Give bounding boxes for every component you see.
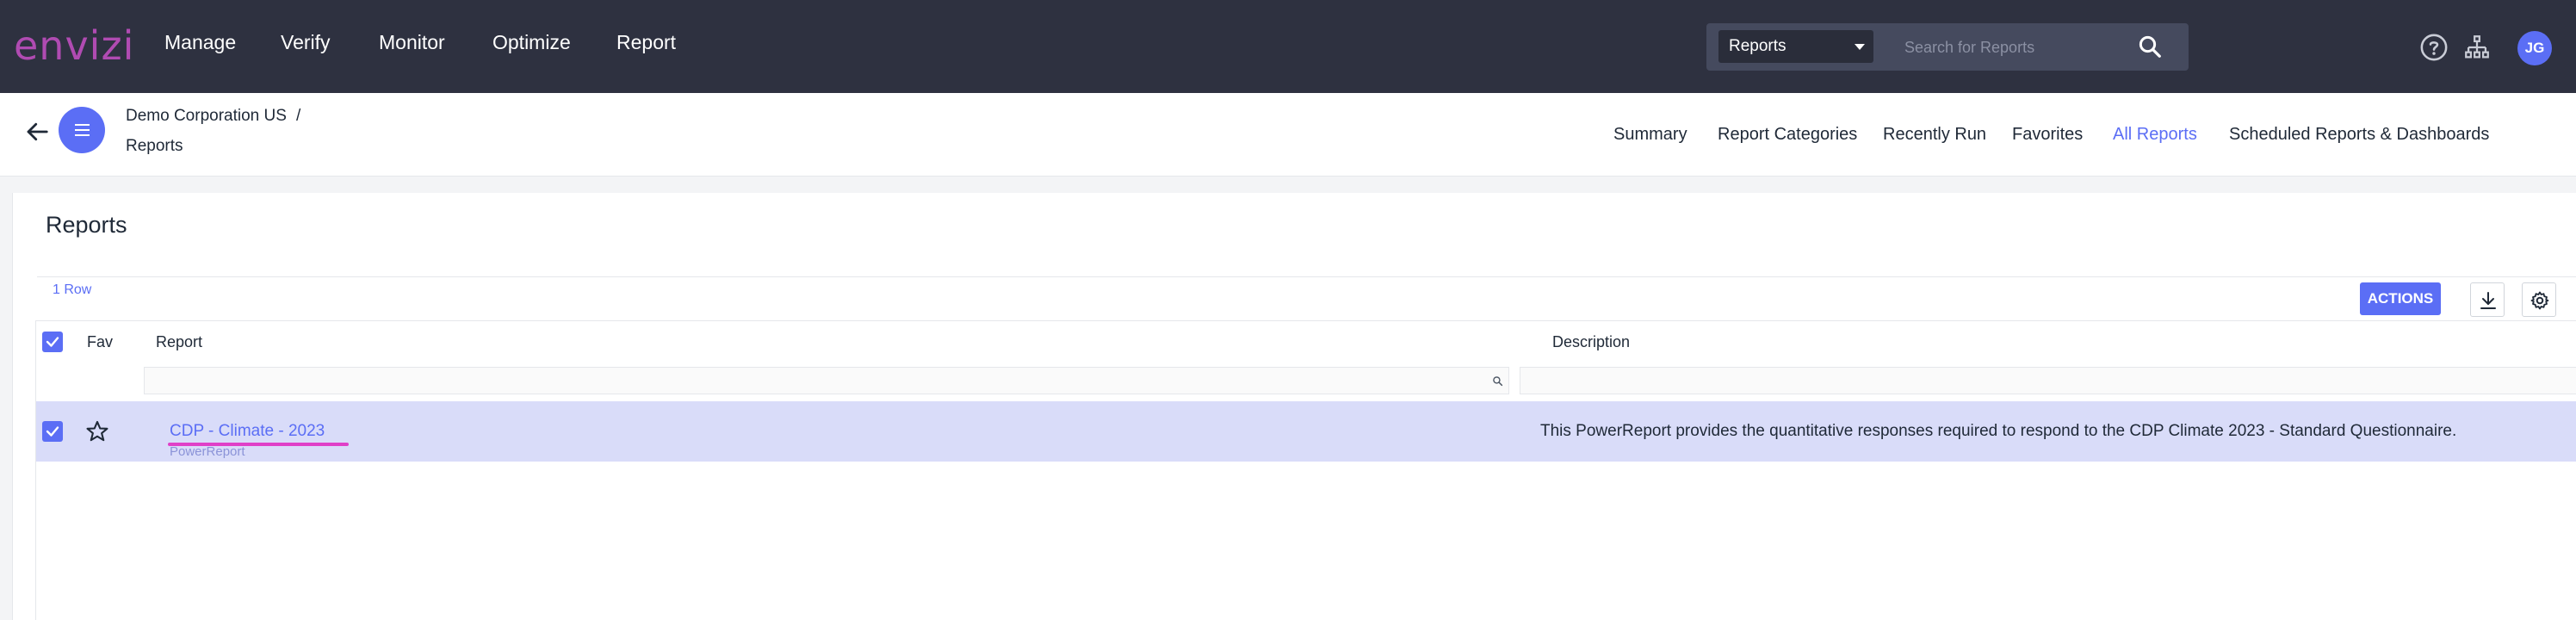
page-subheader: Demo Corporation US / Reports Summary Re…	[0, 93, 2576, 177]
report-description: This PowerReport provides the quantitati…	[1540, 422, 2457, 440]
hamburger-icon-bar	[75, 129, 90, 131]
tab-summary[interactable]: Summary	[1613, 125, 1687, 145]
checkmark-icon	[46, 426, 59, 437]
envizi-logo[interactable]: envizi	[14, 22, 134, 69]
tab-report-categories[interactable]: Report Categories	[1718, 125, 1857, 145]
tab-scheduled-reports[interactable]: Scheduled Reports & Dashboards	[2229, 125, 2489, 145]
chevron-down-icon	[1855, 44, 1865, 50]
nav-report[interactable]: Report	[616, 31, 676, 54]
hamburger-icon-bar	[75, 134, 90, 136]
table-border	[35, 320, 36, 620]
divider	[37, 276, 2576, 277]
table-row[interactable]: CDP - Climate - 2023 PowerReport This Po…	[35, 401, 2576, 462]
breadcrumb-org[interactable]: Demo Corporation US	[126, 107, 287, 126]
user-avatar[interactable]: JG	[2517, 31, 2552, 65]
global-search: Reports	[1706, 23, 2189, 71]
breadcrumb-separator: /	[296, 107, 301, 125]
page-title: Reports	[46, 212, 127, 238]
search-icon[interactable]	[2137, 34, 2163, 59]
column-header-report[interactable]: Report	[156, 333, 202, 351]
hierarchy-icon[interactable]	[2462, 33, 2492, 62]
nav-verify[interactable]: Verify	[281, 31, 331, 54]
back-arrow-icon[interactable]	[24, 119, 50, 145]
star-icon[interactable]	[85, 419, 109, 443]
breadcrumb-current: Reports	[126, 137, 183, 155]
tab-recently-run[interactable]: Recently Run	[1883, 125, 1986, 145]
gear-icon	[2530, 291, 2549, 310]
row-checkbox[interactable]	[42, 421, 63, 442]
report-link[interactable]: CDP - Climate - 2023	[170, 422, 325, 441]
column-header-description[interactable]: Description	[1552, 333, 1630, 351]
table-header: Fav Report Description	[35, 320, 2576, 363]
top-navigation-bar: envizi Manage Verify Monitor Optimize Re…	[0, 0, 2576, 93]
reports-card: Reports 1 Row ACTIONS Fav Report Descrip…	[12, 193, 2576, 620]
nav-manage[interactable]: Manage	[164, 31, 236, 54]
report-filter-input[interactable]	[144, 367, 1509, 394]
column-header-fav[interactable]: Fav	[87, 333, 113, 351]
search-scope-value: Reports	[1729, 37, 1786, 55]
settings-button[interactable]	[2522, 282, 2556, 317]
menu-button[interactable]	[59, 107, 105, 153]
tab-favorites[interactable]: Favorites	[2012, 125, 2083, 145]
help-icon[interactable]	[2419, 33, 2449, 62]
row-count: 1 Row	[53, 282, 92, 297]
search-input[interactable]	[1903, 30, 2139, 65]
download-button[interactable]	[2470, 282, 2505, 317]
report-type-label: PowerReport	[170, 444, 245, 459]
hamburger-icon-bar	[75, 124, 90, 126]
nav-optimize[interactable]: Optimize	[492, 31, 571, 54]
tab-all-reports[interactable]: All Reports	[2113, 125, 2197, 145]
nav-monitor[interactable]: Monitor	[379, 31, 445, 54]
select-all-checkbox[interactable]	[42, 332, 63, 352]
description-filter-input[interactable]	[1520, 367, 2576, 394]
checkmark-icon	[46, 337, 59, 347]
search-icon	[1493, 376, 1503, 387]
actions-button[interactable]: ACTIONS	[2360, 282, 2441, 315]
search-scope-select[interactable]: Reports	[1718, 30, 1873, 63]
download-icon	[2480, 292, 2496, 309]
